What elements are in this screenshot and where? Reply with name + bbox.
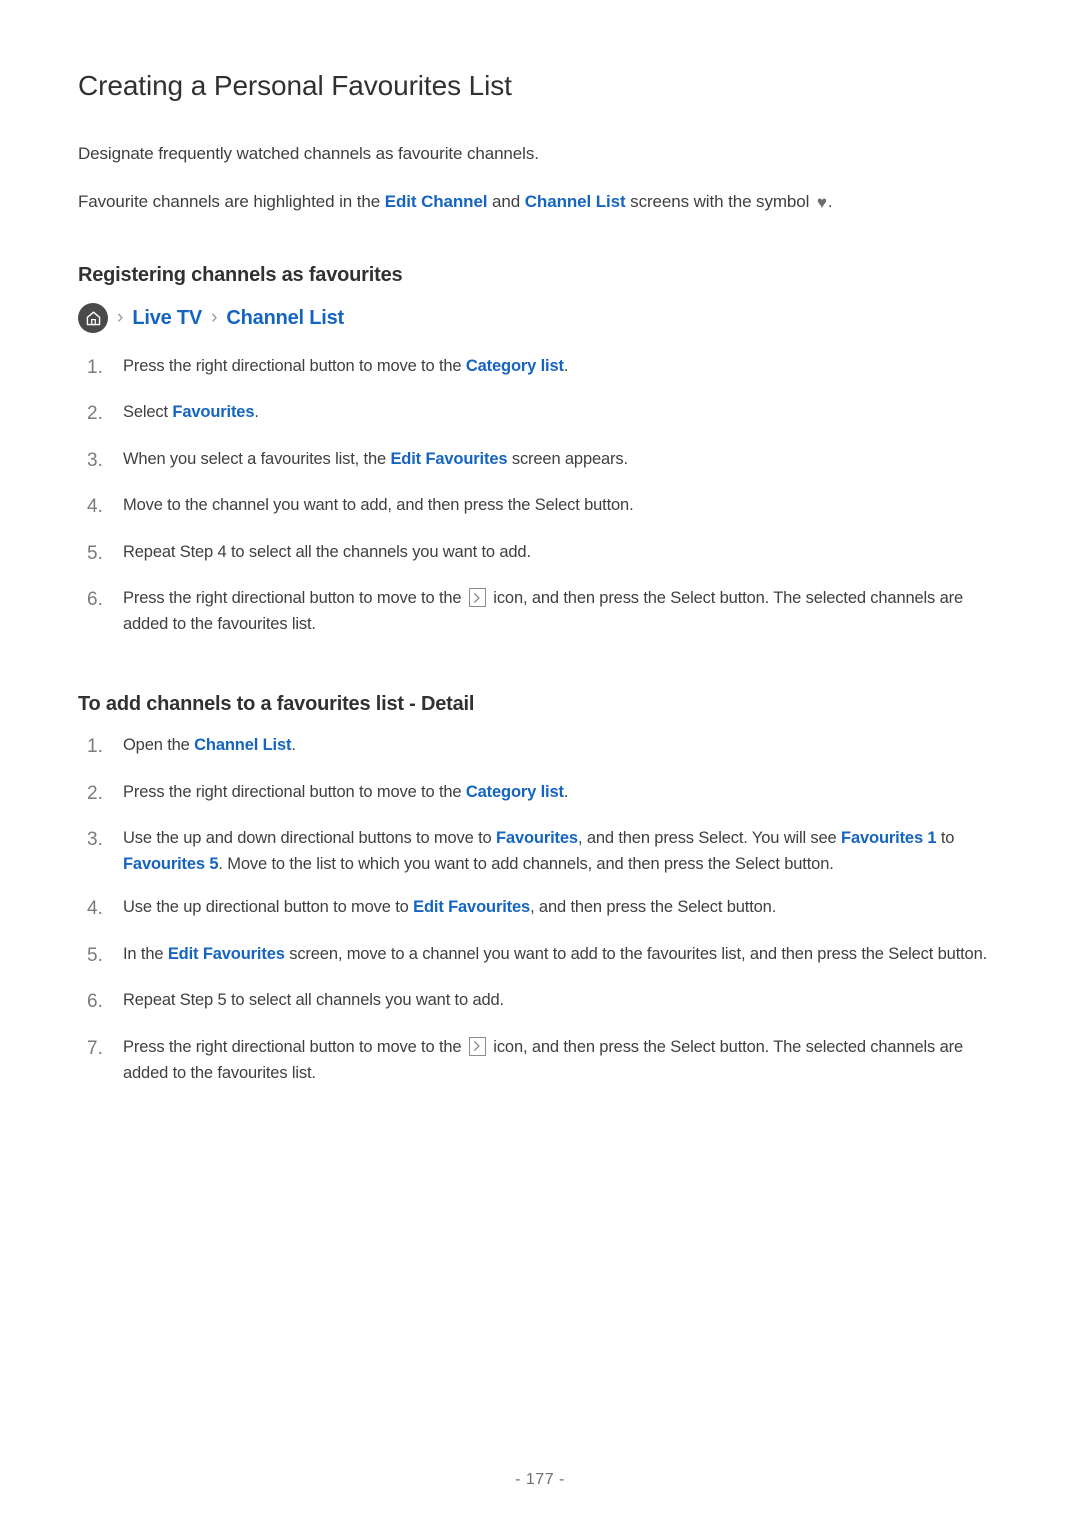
step-number: 1. <box>87 736 103 758</box>
inline-text: When you select a favourites list, the <box>123 449 391 468</box>
step-text: Use the up directional button to move to… <box>123 894 1002 920</box>
list-item: 1. Open the Channel List. <box>78 732 1002 761</box>
inline-text: Use the up directional button to move to <box>123 898 414 917</box>
step-number: 5. <box>87 542 103 564</box>
inline-link[interactable]: Edit Favourites <box>390 450 507 468</box>
intro2-text-1: Favourite channels are highlighted in th… <box>78 191 385 211</box>
list-item: 3. Use the up and down directional button… <box>78 825 1002 877</box>
inline-text: Repeat Step 5 to select all channels you… <box>123 991 504 1010</box>
inline-link[interactable]: Favourites 5 <box>123 855 219 873</box>
edit-channel-link[interactable]: Edit Channel <box>385 192 488 211</box>
page-number: - 177 - <box>515 1471 565 1488</box>
step-number: 4. <box>87 496 103 518</box>
step-text: Press the right directional button to mo… <box>123 353 1002 379</box>
inline-text: . <box>563 782 569 801</box>
inline-text: Move to the channel you want to add, and… <box>123 496 634 515</box>
chevron-right-boxed-icon <box>468 588 486 608</box>
page-title: Creating a Personal Favourites List <box>78 70 512 101</box>
section-heading-detail: To add channels to a favourites list - D… <box>78 693 475 716</box>
list-item: 6. Repeat Step 5 to select all channels y… <box>78 987 1002 1016</box>
inline-link[interactable]: Category list <box>466 783 564 801</box>
list-item: 2. Select Favourites. <box>78 399 1002 428</box>
step-number: 2. <box>87 403 103 425</box>
list-item: 5. Repeat Step 4 to select all the channe… <box>78 539 1002 568</box>
list-item: 1. Press the right directional button to … <box>78 353 1002 382</box>
inline-text: In the <box>123 944 168 963</box>
inline-text: to <box>936 829 955 848</box>
inline-text: . <box>291 736 296 755</box>
steps-list-detail: 1. Open the Channel List. 2. Press the righ… <box>78 732 1002 1085</box>
step-text: Press the right directional button to mo… <box>123 1034 1002 1086</box>
inline-link[interactable]: Channel List <box>194 736 291 754</box>
list-item: 7. Press the right directional button to … <box>78 1034 1002 1086</box>
step-number: 5. <box>87 944 103 966</box>
inline-text: , and then press the Select button. <box>530 898 777 917</box>
step-number: 2. <box>87 782 103 804</box>
heart-icon: ♥ <box>816 192 827 212</box>
step-number: 4. <box>87 898 103 920</box>
inline-text: Repeat Step 4 to select all the channels… <box>123 542 531 561</box>
step-text: Repeat Step 4 to select all the channels… <box>123 539 1002 565</box>
step-text: In the Edit Favourites screen, move to a… <box>123 941 1002 967</box>
breadcrumb-separator-1: › <box>117 306 124 328</box>
inline-link[interactable]: Favourites <box>496 829 578 847</box>
inline-text: Use the up and down directional buttons … <box>123 829 497 848</box>
list-item: 2. Press the right directional button to … <box>78 779 1002 808</box>
channel-list-link[interactable]: Channel List <box>525 192 626 211</box>
step-text: Press the right directional button to mo… <box>123 779 1002 805</box>
breadcrumb: › Live TV › Channel List <box>78 303 1002 333</box>
section-heading-registering: Registering channels as favourites <box>78 264 403 286</box>
inline-link[interactable]: Edit Favourites <box>413 898 530 916</box>
step-number: 7. <box>87 1037 103 1059</box>
step-text: Use the up and down directional buttons … <box>123 825 1002 877</box>
inline-text: . <box>563 357 569 375</box>
inline-text: screen, move to a channel you want to ad… <box>284 944 988 963</box>
inline-text: Select <box>123 403 173 422</box>
inline-link[interactable]: Edit Favourites <box>168 945 285 963</box>
inline-text: screen appears. <box>507 449 628 468</box>
intro2-text-3: screens with the symbol <box>625 191 814 211</box>
step-text: Select Favourites. <box>123 399 1002 425</box>
step-number: 3. <box>87 449 103 471</box>
list-item: 3. When you select a favourites list, the… <box>78 446 1002 475</box>
step-text: Press the right directional button to mo… <box>123 585 1002 637</box>
breadcrumb-item-channel-list[interactable]: Channel List <box>226 308 344 328</box>
chevron-right-boxed-icon <box>468 1036 486 1056</box>
breadcrumb-item-live-tv[interactable]: Live TV <box>132 308 202 328</box>
intro2-text-4: . <box>827 191 833 211</box>
breadcrumb-separator-2: › <box>211 306 218 328</box>
intro-paragraph-2: Favourite channels are highlighted in th… <box>78 189 1002 215</box>
step-number: 3. <box>87 829 103 851</box>
step-text: Repeat Step 5 to select all channels you… <box>123 987 1002 1013</box>
inline-text: Press the right directional button to mo… <box>123 782 466 801</box>
step-text: Move to the channel you want to add, and… <box>123 492 1002 518</box>
inline-text: . <box>254 403 259 422</box>
inline-link[interactable]: Favourites <box>172 403 254 421</box>
inline-text: Open the <box>123 736 195 755</box>
steps-list-registering: 1. Press the right directional button to … <box>78 353 1002 637</box>
inline-text: Press the right directional button to mo… <box>123 1037 466 1056</box>
step-text: When you select a favourites list, the E… <box>123 446 1002 472</box>
inline-link[interactable]: Favourites 1 <box>841 829 937 847</box>
list-item: 5. In the Edit Favourites screen, move to… <box>78 941 1002 970</box>
step-text: Open the Channel List. <box>123 732 1002 758</box>
inline-text: Press the right directional button to mo… <box>123 589 466 608</box>
list-item: 4. Move to the channel you want to add, a… <box>78 492 1002 521</box>
document-page: Creating a Personal Favourites List Desi… <box>0 0 1080 1527</box>
inline-text: . Move to the list to which you want to … <box>218 855 834 874</box>
home-icon[interactable] <box>78 303 108 333</box>
intro-paragraph-1: Designate frequently watched channels as… <box>78 144 539 163</box>
intro2-text-2: and <box>487 191 525 211</box>
step-number: 6. <box>87 589 103 611</box>
inline-text: Press the right directional button to mo… <box>123 357 466 375</box>
inline-text: , and then press Select. You will see <box>577 829 842 848</box>
list-item: 4. Use the up directional button to move … <box>78 894 1002 923</box>
step-number: 1. <box>87 357 103 378</box>
list-item: 6. Press the right directional button to … <box>78 585 1002 637</box>
inline-link[interactable]: Category list <box>466 357 564 375</box>
step-number: 6. <box>87 991 103 1013</box>
